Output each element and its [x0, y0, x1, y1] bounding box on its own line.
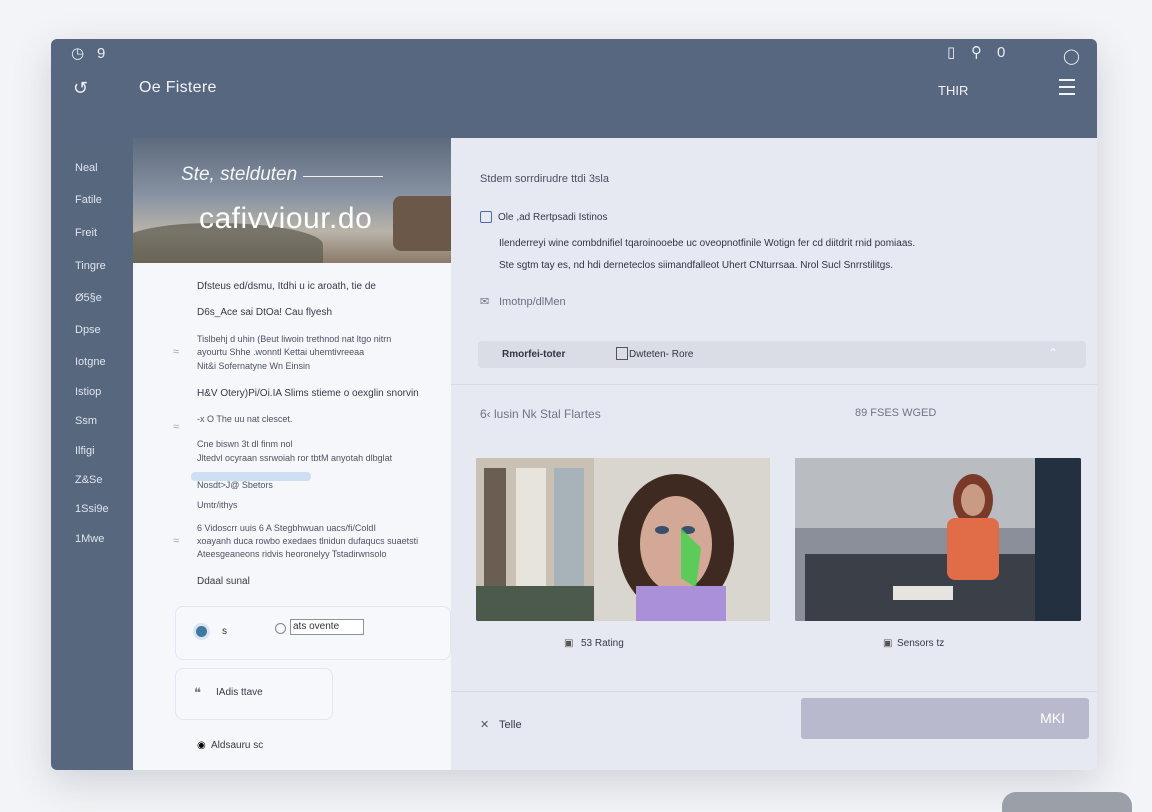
quote-icon: ❝ — [194, 685, 201, 700]
status-label: IAdis ttave — [216, 687, 263, 698]
top-right-label[interactable]: THIR — [938, 83, 968, 98]
primary-button-label: MKI — [1040, 710, 1065, 726]
wave-icon: ≈ — [173, 421, 180, 433]
hero-boat — [393, 196, 451, 251]
doc-checkbox-icon[interactable] — [480, 211, 492, 223]
section-title-left: 6‹ lusin Nk Stal Flartes — [480, 407, 601, 421]
photo-portrait[interactable] — [476, 458, 770, 621]
sidebar-item[interactable]: Iotgne — [75, 356, 106, 368]
app-title: Oe Fistere — [139, 79, 217, 96]
primary-button[interactable]: MKI — [801, 698, 1089, 739]
left-text: D6s_Ace sai DtOa! Cau flyesh — [197, 307, 333, 318]
sidebar-item[interactable]: Ø5§e — [75, 292, 102, 304]
bottom-label[interactable]: Telle — [499, 719, 522, 731]
photo-caption-2: Sensors tz — [897, 638, 945, 649]
top-bar: ◷ 9 ↺ Oe Fistere ▯ ⚲ 0 ◯ THIR — [51, 39, 1097, 138]
left-text: 6 Vidoscrr uuis 6 A Stegbhwuan uacs/fi/C… — [197, 523, 376, 533]
sidebar-item[interactable]: Dpse — [75, 324, 101, 336]
tab-first[interactable]: Rmorfei-toter — [502, 349, 565, 360]
sidebar-item[interactable]: Fatile — [75, 194, 102, 206]
nine-icon[interactable]: 9 — [97, 46, 105, 61]
wave-icon: ≈ — [173, 346, 180, 358]
left-text: xoayanh duca rowbo exedaes tlnidun dufaq… — [197, 536, 419, 546]
footer-link[interactable]: Aldsauru sc — [211, 740, 263, 751]
sidebar-item[interactable]: Ilfigi — [75, 445, 95, 457]
divider — [451, 384, 1097, 385]
sidebar-item[interactable]: 1Ssi9e — [75, 503, 109, 515]
left-text: Tislbehj d uhin (Beut liwoin trethnod na… — [197, 334, 392, 344]
hero-subtitle: Ste, stelduten — [181, 164, 298, 185]
clock-icon[interactable]: ◷ — [71, 46, 84, 61]
photo-scene[interactable] — [795, 458, 1081, 621]
wave-icon: ≈ — [173, 535, 180, 547]
sidebar-item[interactable]: Z&Se — [75, 474, 103, 486]
left-panel: Ste, stelduten cafivviour.do Dfsteus ed/… — [133, 138, 451, 770]
radio-group: s ats ovente — [175, 606, 451, 660]
image-icon: ▣ — [564, 638, 574, 649]
left-text: H&V Otery)Pi/Oi.IA Slims stieme o oexgli… — [197, 388, 419, 399]
panel-paragraph: Ste sgtm tay es, nd hdi derneteclos siim… — [499, 260, 894, 271]
left-text: Umtr/ithys — [197, 500, 238, 510]
left-text: Jltedvl ocyraan ssrwoiah ror tbtM anyota… — [197, 453, 393, 463]
left-text: Dfsteus ed/dsmu, Itdhi u ic aroath, tie … — [197, 281, 376, 292]
left-text: Nosdt>J@ Sbetors — [197, 480, 273, 490]
frame-icon — [616, 347, 628, 360]
sidebar-item[interactable]: Istiop — [75, 386, 101, 398]
close-icon[interactable]: ✕ — [480, 718, 489, 731]
image-icon: ▣ — [883, 638, 893, 649]
sidebar-item[interactable]: 1Mwe — [75, 533, 104, 545]
left-text: Nit&i Sofernatyne Wn Einsin — [197, 361, 311, 371]
tab-bar: Rmorfei-toter Dwteten- Rore ⌃ — [478, 341, 1086, 368]
doc-icon[interactable]: ▯ — [947, 45, 955, 60]
sidebar-item[interactable]: Freit — [75, 227, 97, 239]
sidebar-item[interactable]: Ssm — [75, 415, 97, 427]
chevron-up-icon[interactable]: ⌃ — [1048, 346, 1058, 360]
divider — [451, 691, 1097, 692]
menu-icon[interactable] — [1059, 79, 1075, 97]
radio-label: s — [222, 626, 227, 637]
globe-icon: ◉ — [197, 740, 206, 751]
sidebar-item[interactable]: Neal — [75, 162, 98, 174]
left-text: Ddaal sunal — [197, 576, 250, 587]
panel-title: Stdem sorrdirudre ttdi 3sla — [480, 173, 609, 185]
radio-text-input[interactable]: ats ovente — [290, 619, 364, 635]
left-text: -x O The uu nat clescet. — [197, 414, 293, 424]
status-box[interactable]: ❝ IAdis ttave — [175, 668, 333, 720]
panel-subtitle: Ole ,ad Rertpsadi Istinos — [498, 212, 608, 223]
sidebar: Neal Fatile Freit Tingre Ø5§e Dpse Iotgn… — [51, 138, 133, 770]
tab-second[interactable]: Dwteten- Rore — [629, 349, 693, 360]
right-panel: Stdem sorrdirudre ttdi 3sla Ole ,ad Rert… — [451, 138, 1097, 770]
left-text: Ateesgeaneons ridvis heoronelyy Tstadirw… — [197, 549, 387, 559]
chat-icon: ✉ — [480, 296, 490, 308]
hero-banner: Ste, stelduten cafivviour.do — [133, 138, 451, 263]
panel-paragraph: Ilenderreyi wine combdnifiel tqaroinooeb… — [499, 238, 916, 249]
sidebar-item[interactable]: Tingre — [75, 260, 106, 272]
hero-swoosh — [303, 176, 383, 177]
hero-title: cafivviour.do — [199, 202, 373, 235]
radio-selected[interactable] — [196, 626, 207, 637]
section-title-right: 89 FSES WGED — [855, 407, 937, 419]
lock-icon[interactable]: ⚲ — [971, 45, 982, 60]
left-text: ayourtu Shhe .wonntl Kettai uhemtivreeaa — [197, 347, 365, 357]
zero-icon[interactable]: 0 — [997, 45, 1005, 60]
radio-unselected[interactable] — [275, 623, 286, 634]
back-icon[interactable]: ↺ — [73, 79, 88, 97]
left-text: Cne biswn 3t dl finm nol — [197, 439, 293, 449]
photo-caption-1: 53 Rating — [581, 638, 624, 649]
refresh-icon[interactable]: ◯ — [1063, 49, 1080, 64]
corner-overlay — [1002, 792, 1132, 812]
app-window: ◷ 9 ↺ Oe Fistere ▯ ⚲ 0 ◯ THIR Neal Fatil… — [51, 39, 1097, 770]
panel-link[interactable]: Imotnp/dlMen — [499, 296, 566, 308]
